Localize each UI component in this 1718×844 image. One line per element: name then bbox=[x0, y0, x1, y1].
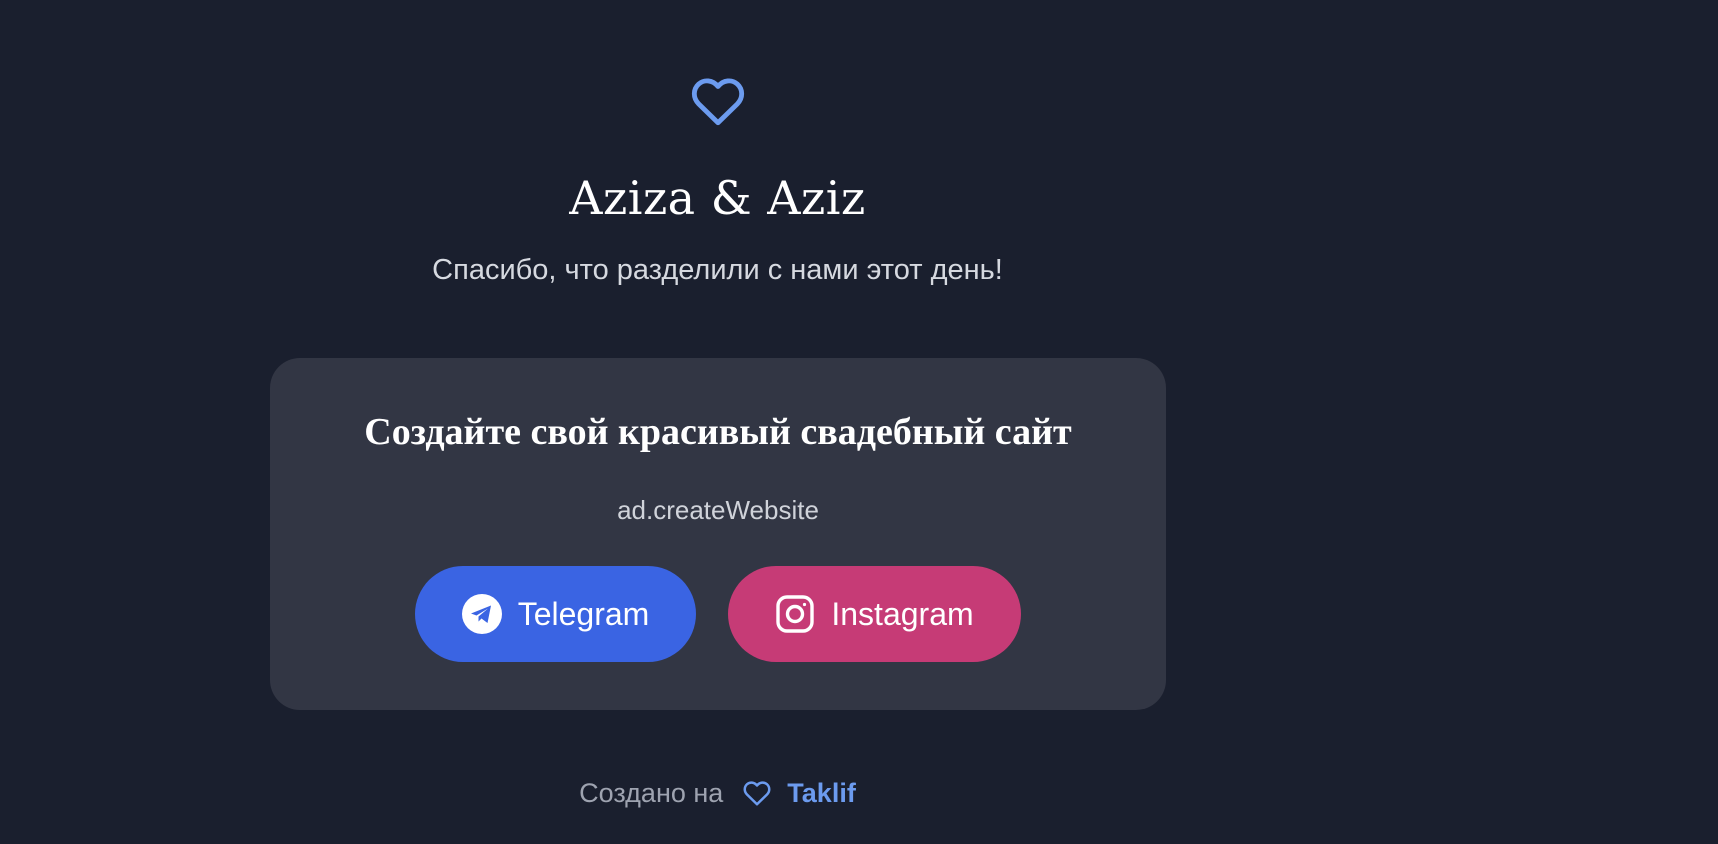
couple-title: Aziza & Aziz bbox=[569, 171, 866, 225]
promo-subtitle: ad.createWebsite bbox=[617, 495, 819, 525]
telegram-icon bbox=[461, 594, 502, 634]
telegram-label: Telegram bbox=[517, 595, 650, 632]
taklif-link[interactable]: Taklif bbox=[787, 776, 856, 810]
promo-card: Создайте свой красивый свадебный сайт ad… bbox=[270, 358, 1166, 710]
instagram-icon bbox=[776, 595, 815, 633]
promo-title: Создайте свой красивый свадебный сайт bbox=[364, 411, 1072, 453]
instagram-label: Instagram bbox=[831, 595, 974, 632]
thank-you-message: Спасибо, что разделили с нами этот день! bbox=[432, 254, 1003, 286]
created-on-label: Создано на bbox=[579, 778, 724, 808]
instagram-button[interactable]: Instagram bbox=[728, 566, 1021, 662]
page-content: Aziza & Aziz Спасибо, что разделили с на… bbox=[0, 0, 1435, 844]
heart-icon bbox=[691, 78, 745, 126]
heart-icon bbox=[743, 781, 771, 806]
telegram-button[interactable]: Telegram bbox=[415, 566, 696, 662]
footer: Создано на Taklif bbox=[0, 776, 1435, 810]
